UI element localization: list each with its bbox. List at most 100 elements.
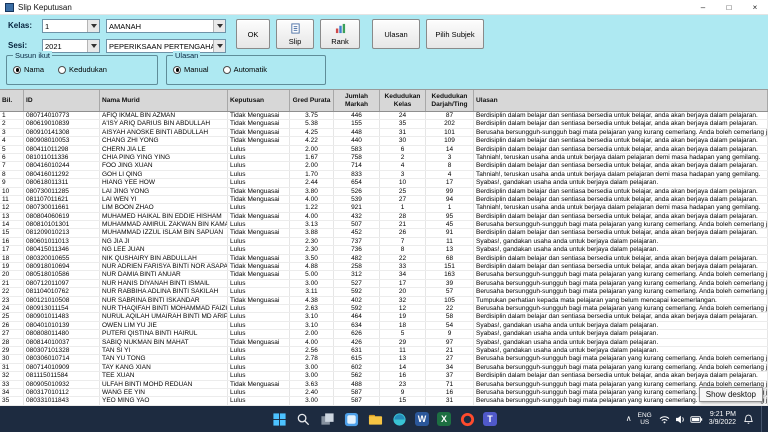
radio-susun-nama[interactable]: Nama [13,65,44,74]
edge-icon[interactable] [391,411,407,427]
table-row[interactable]: 7080416010244FOO JING XUANLulus2.0071448… [0,162,768,170]
table-row[interactable]: 25080901011483NURUL AQILAH UMAIRAH BINTI… [0,313,768,321]
radio-icon[interactable] [173,66,181,74]
table-row[interactable]: 13080804060619MUHAMED HAIKAL BIN EDDIE H… [0,213,768,221]
ulasan-button[interactable]: Ulasan [372,19,420,49]
table-row[interactable]: 3080910141308AISYAH ANOSKE BINTI ABDULLA… [0,129,768,137]
teams-icon[interactable]: T [483,412,497,426]
cell-jumlah-markah: 426 [334,339,380,346]
cell-nama-murid: TAN SI YI [100,347,228,354]
battery-icon[interactable] [690,413,703,426]
table-row[interactable]: 24080913011154NUR THAQIFAH BINTI MOHAMMA… [0,305,768,313]
cell-bil: 24 [0,305,24,312]
table-row[interactable]: 31080714010909TAY KANG XIANLulus3.006021… [0,364,768,372]
sesi-dropdown-arrow-icon[interactable] [87,40,99,52]
slip-button[interactable]: Slip [276,19,314,49]
exam-select[interactable]: PEPERIKSAAN PERTENGAHAN TAHUN (/ [106,39,226,53]
cell-ulasan: Syabas!, gandakan usaha anda untuk berja… [474,347,768,354]
word-icon[interactable]: W [415,412,429,426]
radio-icon[interactable] [13,66,21,74]
cell-kedudukan-darjah: 21 [426,347,474,354]
search-icon[interactable] [295,411,311,427]
browser-icon[interactable] [459,411,475,427]
table-row[interactable]: 1080714010773AFIQ IKMAL BIN AZMANTidak M… [0,112,768,120]
cell-keputusan: Lulus [228,246,290,253]
radio-icon[interactable] [58,66,66,74]
table-row[interactable]: 29080307101328TAN SI YILulus2.566311121S… [0,347,768,355]
start-icon[interactable] [271,411,287,427]
table-row[interactable]: 19080918010694NUR ADRIEN FARISYA BINTI N… [0,263,768,271]
table-row[interactable]: 8080416011292GOH LI QINGLulus1.7083334Ta… [0,171,768,179]
table-row[interactable]: 26080401010139OWEN LIM YU JIELulus3.1063… [0,322,768,330]
table-row[interactable]: 10080730011285LAI JING YONGTidak Menguas… [0,188,768,196]
table-row[interactable]: 12080730011661LIM BOON ZHAOLulus1.229211… [0,204,768,212]
table-row[interactable]: 23080121010508NUR SABRINA BINTI ISKANDAR… [0,297,768,305]
tray-chevron-up-icon[interactable]: ∧ [626,415,632,423]
cell-id: 080619010839 [24,120,100,127]
control-panel: Kelas: 1 AMANAH Sesi: 2021 PEPERIKSAAN P… [0,15,768,89]
language-indicator[interactable]: ENGUS [638,412,652,426]
widgets-icon[interactable] [343,411,359,427]
cell-nama-murid: MUHAMMAD IZZUL ISLAM BIN SAPUAN [100,229,228,236]
tray-system-icons[interactable] [658,413,703,426]
radio-susun-kedudukan[interactable]: Kedudukan [58,65,107,74]
table-row[interactable]: 32081115011584TEE XUANLulus3.005621637Be… [0,372,768,380]
radio-ulasan-automatik[interactable]: Automatik [223,65,267,74]
table-row[interactable]: 21080712011097NUR HANIS DIYANAH BINTI IS… [0,280,768,288]
table-row[interactable]: 20080518010586NUR DAMIA BINTI ANUARTidak… [0,271,768,279]
table-row[interactable]: 15081209010213MUHAMMAD IZZUL ISLAM BIN S… [0,229,768,237]
table-row[interactable]: 14080810101301MUHAMMAD AMIRUL ZAKWAN BIN… [0,221,768,229]
radio-ulasan-manual[interactable]: Manual [173,65,209,74]
cell-gred-purata: 4.38 [290,297,334,304]
pilih-subjek-button[interactable]: Pilih Subjek [426,19,484,49]
table-row[interactable]: 16080601011013NG JIA JILulus2.30737711Sy… [0,238,768,246]
table-row[interactable]: 34080317010112WANG EE YINLulus2.40587916… [0,389,768,397]
show-desktop-strip[interactable] [761,406,764,432]
rank-button-label: Rank [331,37,349,46]
table-row[interactable]: 35080331011843YEO MING YAOLulus3.0058715… [0,397,768,405]
cell-kedudukan-darjah: 1 [426,204,474,211]
file-explorer-icon[interactable] [367,411,383,427]
task-view-icon[interactable] [319,411,335,427]
kelas-name-dropdown-arrow-icon[interactable] [213,20,225,32]
cell-kedudukan-kelas: 34 [380,271,426,278]
kelas-select[interactable]: 1 [42,19,100,33]
rank-button[interactable]: Rank [320,19,360,49]
ok-button[interactable]: OK [236,19,270,49]
table-row[interactable]: 18080320010655NIK QUSHAIRY BIN ABDULLAHT… [0,255,768,263]
table-row[interactable]: 30080306010714TAN YU TONGLulus2.78615132… [0,355,768,363]
table-row[interactable]: 6081011011336CHIA PING YING YINGLulus1.6… [0,154,768,162]
cell-kedudukan-kelas: 4 [380,162,426,169]
table-row[interactable]: 22081104010762NUR RABBIHA ADLINA BINTI S… [0,288,768,296]
maximize-button[interactable]: □ [716,0,742,14]
table-row[interactable]: 17080415011346NG LEE JUANLulus2.30736813… [0,246,768,254]
cell-kedudukan-kelas: 32 [380,297,426,304]
cell-kedudukan-darjah: 101 [426,129,474,136]
wifi-icon[interactable] [658,413,671,426]
table-row[interactable]: 9080618011311HIANG YEE HOWLulus2.4465410… [0,179,768,187]
minimize-button[interactable]: – [690,0,716,14]
screen: Slip Keputusan – □ × Kelas: 1 AMANAH Ses… [0,0,768,432]
clock[interactable]: 9:21 PM3/9/2022 [709,411,736,428]
cell-ulasan: Berdisiplin dalam belajar dan sentiasa b… [474,255,768,262]
sesi-selected-value: 2021 [43,42,87,51]
kelas-dropdown-arrow-icon[interactable] [87,20,99,32]
exam-dropdown-arrow-icon[interactable] [213,40,225,52]
table-row[interactable]: 5080411011298CHERN JIA LELulus2.00583614… [0,146,768,154]
radio-icon[interactable] [223,66,231,74]
table-row[interactable]: 11081107011621LAI WEN YITidak Menguasai4… [0,196,768,204]
table-row[interactable]: 2080619010839A'ISY ARIQ DARIUS BIN ABDUL… [0,120,768,128]
notification-bell-icon[interactable] [742,413,755,426]
cell-gred-purata: 2.44 [290,179,334,186]
table-row[interactable]: 27080808011480PUTERI QISTINA BINTI HAIRU… [0,330,768,338]
volume-icon[interactable] [674,413,687,426]
cell-keputusan: Tidak Menguasai [228,339,290,346]
kelas-name-select[interactable]: AMANAH [106,19,226,33]
slip-icon [290,23,301,36]
table-row[interactable]: 28080814010037SABIQ NUKMAN BIN MAHATTida… [0,339,768,347]
close-button[interactable]: × [742,0,768,14]
excel-icon[interactable]: X [437,412,451,426]
cell-bil: 29 [0,347,24,354]
table-row[interactable]: 4080908010053CHANG ZHI YONGTidak Menguas… [0,137,768,145]
table-row[interactable]: 33080905010932ULFAH BINTI MOHD REDUANTid… [0,381,768,389]
